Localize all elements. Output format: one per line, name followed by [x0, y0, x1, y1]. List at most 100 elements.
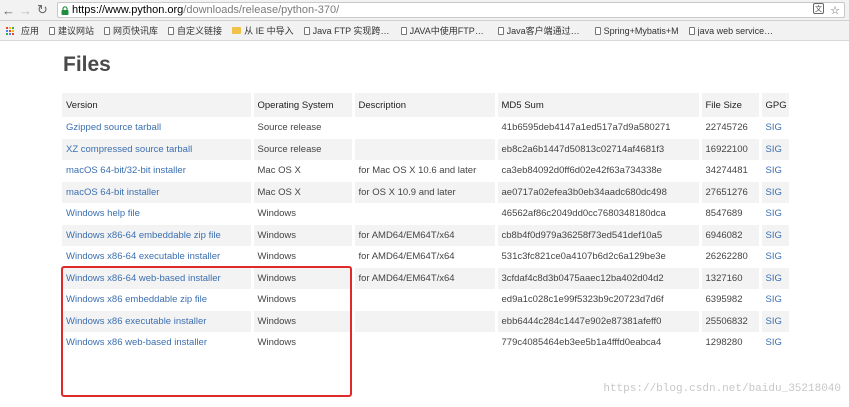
- version-link[interactable]: Windows x86-64 web-based installer: [66, 273, 221, 284]
- bookmark-label: 从 IE 中导入: [244, 26, 294, 36]
- table-row: macOS 64-bit/32-bit installer Mac OS X f…: [62, 160, 792, 182]
- filesize-cell: 16922100: [700, 138, 762, 160]
- table-row: Windows x86-64 executable installer Wind…: [62, 246, 792, 268]
- version-link[interactable]: Windows x86 embeddable zip file: [66, 294, 207, 305]
- address-bar[interactable]: https://www.python.org/downloads/release…: [57, 2, 845, 18]
- page-icon: [400, 26, 407, 35]
- page-icon: [497, 26, 504, 35]
- back-arrow-icon[interactable]: ←: [0, 1, 17, 19]
- bookmark-folder[interactable]: 从 IE 中导入: [232, 24, 294, 37]
- bookmark-item[interactable]: Spring+Mybatis+M: [594, 26, 679, 36]
- version-link[interactable]: macOS 64-bit installer: [66, 187, 159, 198]
- table-row: Windows x86-64 web-based installer Windo…: [62, 267, 792, 289]
- sig-link[interactable]: SIG: [766, 251, 782, 262]
- version-link[interactable]: Windows x86-64 embeddable zip file: [66, 230, 221, 241]
- filesize-cell: 1327160: [700, 267, 762, 289]
- table-row: Windows x86 embeddable zip file Windows …: [62, 289, 792, 311]
- forward-arrow-icon[interactable]: →: [17, 1, 34, 19]
- md5-cell: eb8c2a6b1447d50813c02714af4681f3: [496, 138, 702, 160]
- md5-cell: 46562af86c2049dd0cc7680348180dca: [496, 203, 702, 225]
- files-table: Version Operating System Description MD5…: [62, 93, 792, 354]
- page-content: Files Version Operating System Descripti…: [0, 41, 849, 407]
- column-header-gpg: GPG: [760, 93, 792, 117]
- gpg-cell: SIG: [760, 181, 792, 203]
- column-header-md5: MD5 Sum: [496, 93, 702, 117]
- gpg-cell: SIG: [760, 332, 792, 354]
- description-cell: [353, 289, 498, 311]
- page-icon: [594, 26, 601, 35]
- lock-icon: [58, 5, 72, 15]
- filesize-cell: 6946082: [700, 224, 762, 246]
- reload-icon[interactable]: ↻: [34, 1, 51, 19]
- sig-link[interactable]: SIG: [766, 144, 782, 155]
- description-cell: [353, 310, 498, 332]
- md5-cell: ed9a1c028c1e99f5323b9c20723d7d6f: [496, 289, 702, 311]
- bookmark-item[interactable]: 自定义链接: [168, 24, 222, 37]
- version-link[interactable]: macOS 64-bit/32-bit installer: [66, 165, 186, 176]
- filesize-cell: 26262280: [700, 246, 762, 268]
- version-link[interactable]: XZ compressed source tarball: [66, 144, 192, 155]
- description-cell: [353, 138, 498, 160]
- gpg-cell: SIG: [760, 289, 792, 311]
- description-cell: [353, 332, 498, 354]
- sig-link[interactable]: SIG: [766, 294, 782, 305]
- bookmark-label: 建议网站: [58, 26, 95, 36]
- table-row: Windows x86 executable installer Windows…: [62, 310, 792, 332]
- filesize-cell: 1298280: [700, 332, 762, 354]
- gpg-cell: SIG: [760, 310, 792, 332]
- bookmark-label: 网页快讯库: [113, 26, 159, 36]
- bookmark-item[interactable]: JAVA中使用FTPClie: [400, 24, 488, 37]
- bookmarks-bar: 应用 建议网站 网页快讯库 自定义链接 从 IE 中导入 Java FTP 实现…: [0, 21, 849, 41]
- filesize-cell: 6395982: [700, 289, 762, 311]
- bookmark-item[interactable]: Java FTP 实现跨服务: [303, 24, 391, 37]
- bookmark-label: 自定义链接: [177, 26, 223, 36]
- sig-link[interactable]: SIG: [766, 337, 782, 348]
- gpg-cell: SIG: [760, 117, 792, 139]
- table-header-row: Version Operating System Description MD5…: [62, 93, 792, 117]
- os-cell: Mac OS X: [252, 181, 355, 203]
- sig-link[interactable]: SIG: [766, 187, 782, 198]
- folder-icon: [232, 27, 242, 34]
- version-cell: Gzipped source tarball: [62, 117, 254, 139]
- description-cell: for OS X 10.9 and later: [353, 181, 498, 203]
- version-cell: Windows x86-64 embeddable zip file: [62, 224, 254, 246]
- os-cell: Mac OS X: [252, 160, 355, 182]
- bookmark-label: Java FTP 实现跨服务: [312, 26, 391, 36]
- url-text: https://www.python.org/downloads/release…: [72, 4, 339, 16]
- svg-text:文: 文: [815, 4, 822, 13]
- translate-icon[interactable]: 文: [813, 3, 825, 17]
- sig-link[interactable]: SIG: [766, 122, 782, 133]
- version-link[interactable]: Windows x86 executable installer: [66, 316, 206, 327]
- sig-link[interactable]: SIG: [766, 316, 782, 327]
- bookmark-apps[interactable]: 应用: [0, 24, 39, 37]
- page-icon: [303, 26, 310, 35]
- star-icon[interactable]: ☆: [830, 4, 840, 17]
- version-cell: macOS 64-bit installer: [62, 181, 254, 203]
- column-header-description: Description: [353, 93, 498, 117]
- filesize-cell: 8547689: [700, 203, 762, 225]
- table-row: Windows x86 web-based installer Windows …: [62, 332, 792, 354]
- sig-link[interactable]: SIG: [766, 273, 782, 284]
- browser-toolbar: ← → ↻ https://www.python.org/downloads/r…: [0, 0, 849, 21]
- version-cell: Windows x86 web-based installer: [62, 332, 254, 354]
- version-link[interactable]: Windows x86 web-based installer: [66, 337, 207, 348]
- version-link[interactable]: Windows help file: [66, 208, 140, 219]
- table-row: Windows x86-64 embeddable zip file Windo…: [62, 224, 792, 246]
- bookmark-label: JAVA中使用FTPClie: [409, 26, 488, 36]
- sig-link[interactable]: SIG: [766, 208, 782, 219]
- filesize-cell: 25506832: [700, 310, 762, 332]
- url-path: /downloads/release/python-370/: [183, 4, 340, 16]
- bookmark-item[interactable]: 网页快讯库: [104, 24, 158, 37]
- md5-cell: ca3eb84092d0ff6d02e42f63a734338e: [496, 160, 702, 182]
- version-link[interactable]: Windows x86-64 executable installer: [66, 251, 220, 262]
- bookmark-item[interactable]: java web service 上: [688, 24, 776, 37]
- md5-cell: ae0717a02efea3b0eb34aadc680dc498: [496, 181, 702, 203]
- sig-link[interactable]: SIG: [766, 230, 782, 241]
- version-link[interactable]: Gzipped source tarball: [66, 122, 161, 133]
- bookmark-item[interactable]: 建议网站: [49, 24, 94, 37]
- bookmark-item[interactable]: Java客户端通过Http: [497, 24, 585, 37]
- column-header-filesize: File Size: [700, 93, 762, 117]
- md5-cell: cb8b4f0d979a36258f73ed541def10a5: [496, 224, 702, 246]
- table-row: macOS 64-bit installer Mac OS X for OS X…: [62, 181, 792, 203]
- sig-link[interactable]: SIG: [766, 165, 782, 176]
